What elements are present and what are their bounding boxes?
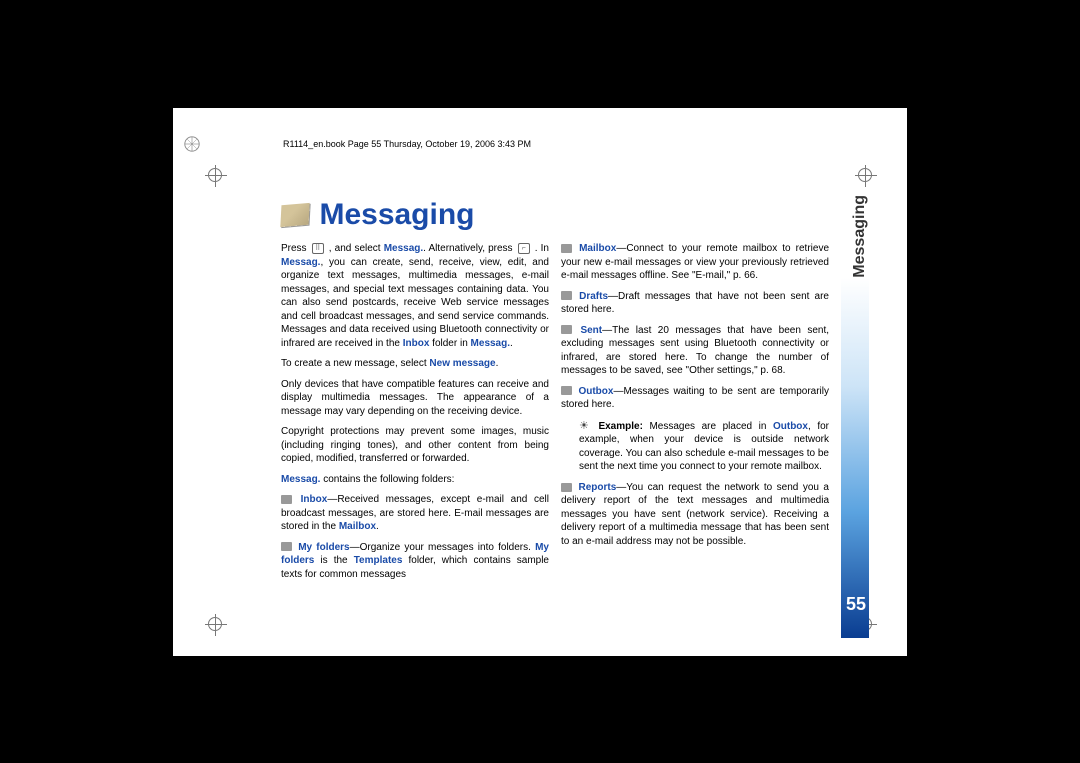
- crop-mark-icon: [208, 617, 222, 631]
- tip-icon: ☀: [579, 419, 589, 434]
- messaging-envelope-icon: [280, 203, 309, 227]
- folder-item-outbox: Outbox—Messages waiting to be sent are t…: [561, 385, 829, 412]
- folder-icon: [561, 483, 572, 492]
- crop-mark-icon: [858, 168, 872, 182]
- column-right: Mailbox—Connect to your remote mailbox t…: [561, 242, 829, 555]
- side-tab-label: Messaging: [851, 195, 869, 278]
- crop-mark-icon: [208, 168, 222, 182]
- call-key-icon: ⌐: [518, 243, 530, 254]
- page-title: Messaging: [319, 198, 474, 232]
- page-heading-row: Messaging: [281, 198, 475, 232]
- folder-icon: [281, 542, 292, 551]
- page-number: 55: [846, 594, 866, 615]
- column-left: Press ⠿ , and select Messag.. Alternativ…: [281, 242, 549, 588]
- page-number-gradient: [841, 278, 869, 638]
- compass-icon: [183, 135, 201, 153]
- folder-icon: [561, 244, 572, 253]
- folder-icon: [561, 386, 572, 395]
- body-paragraph: Press ⠿ , and select Messag.. Alternativ…: [281, 242, 549, 350]
- body-paragraph: Messag. contains the following folders:: [281, 473, 549, 487]
- folder-icon: [281, 495, 292, 504]
- example-note: ☀ Example: Messages are placed in Outbox…: [561, 419, 829, 474]
- menu-key-icon: ⠿: [312, 243, 324, 254]
- folder-icon: [561, 291, 572, 300]
- body-paragraph: Only devices that have compatible featur…: [281, 378, 549, 419]
- folder-item-inbox: Inbox—Received messages, except e-mail a…: [281, 493, 549, 534]
- folder-item-sent: Sent—The last 20 messages that have been…: [561, 324, 829, 378]
- folder-item-myfolders: My folders—Organize your messages into f…: [281, 541, 549, 582]
- folder-item-drafts: Drafts—Draft messages that have not been…: [561, 290, 829, 317]
- page-header-meta: R1114_en.book Page 55 Thursday, October …: [283, 139, 531, 149]
- folder-item-mailbox: Mailbox—Connect to your remote mailbox t…: [561, 242, 829, 283]
- body-paragraph: To create a new message, select New mess…: [281, 357, 549, 371]
- folder-icon: [561, 325, 572, 334]
- document-page: R1114_en.book Page 55 Thursday, October …: [173, 108, 907, 656]
- body-paragraph: Copyright protections may prevent some i…: [281, 425, 549, 466]
- folder-item-reports: Reports—You can request the network to s…: [561, 481, 829, 549]
